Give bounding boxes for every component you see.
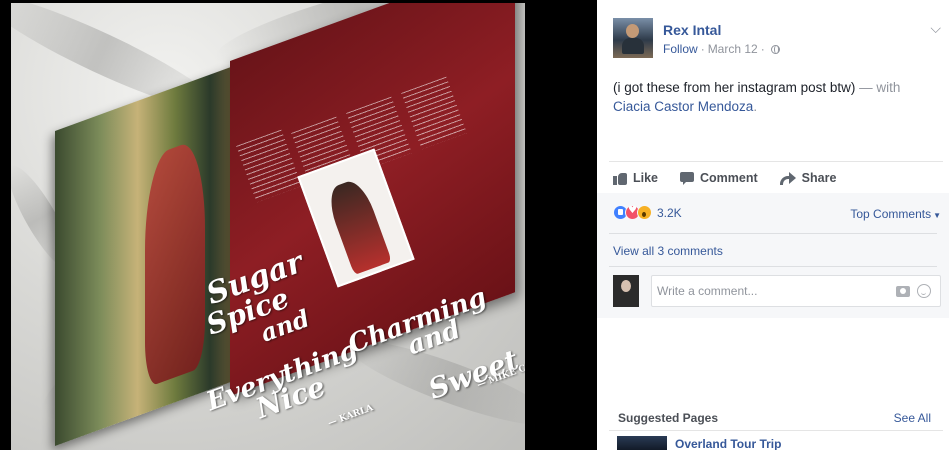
comment-sort-dropdown[interactable]: Top Comments ▼: [850, 207, 941, 221]
photo-viewer: Sugar Spice and Everything Nice — KARLA …: [0, 0, 597, 450]
post-photo[interactable]: Sugar Spice and Everything Nice — KARLA …: [11, 3, 525, 450]
reaction-summary[interactable]: 3.2K: [613, 205, 682, 220]
comment-sort-label: Top Comments: [850, 207, 932, 221]
camera-icon[interactable]: [896, 286, 910, 297]
globe-icon[interactable]: [770, 44, 780, 54]
emoji-icon[interactable]: [917, 284, 931, 298]
like-label: Like: [633, 171, 659, 185]
divider: [609, 161, 943, 162]
author-name[interactable]: Rex Intal: [663, 22, 721, 38]
post-side-panel: Rex Intal Follow · March 12 · ⌵ (i got t…: [597, 0, 949, 450]
comments-section: 3.2K Top Comments▼ View all 3 comments: [597, 193, 949, 318]
caption-period: .: [753, 99, 758, 114]
follow-link[interactable]: Follow: [663, 42, 698, 56]
comment-label: Comment: [700, 171, 758, 185]
share-label: Share: [801, 171, 837, 185]
like-button[interactable]: Like: [613, 171, 658, 185]
wow-reaction-icon: [637, 205, 652, 220]
author-avatar[interactable]: [613, 18, 653, 58]
magazine-byline: — KARLA: [326, 403, 375, 429]
post-header: Rex Intal Follow · March 12 · ⌵: [613, 18, 943, 60]
thumbs-up-icon: [613, 171, 627, 185]
post-actions: Like Comment Share: [613, 168, 933, 188]
divider: [609, 233, 937, 234]
divider: [609, 430, 943, 431]
chevron-down-icon[interactable]: ⌵: [930, 20, 941, 37]
current-user-avatar: [613, 275, 639, 307]
divider: [609, 266, 937, 267]
share-icon: [779, 171, 796, 185]
see-all-link[interactable]: See All: [894, 411, 931, 425]
reaction-count[interactable]: 3.2K: [657, 206, 682, 220]
tagged-user-link[interactable]: Ciacia Castor Mendoza: [613, 99, 753, 114]
suggested-pages-title: Suggested Pages: [618, 411, 719, 425]
suggested-pages: Suggested Pages See All Overland Tour Tr…: [597, 400, 949, 450]
comment-composer: [651, 275, 941, 307]
post-date[interactable]: March 12: [708, 42, 758, 56]
post-caption-text: (i got these from her instagram post btw…: [613, 80, 856, 95]
suggested-page-thumbnail[interactable]: [617, 436, 667, 450]
meta-separator: ·: [700, 42, 705, 56]
post-caption: (i got these from her instagram post btw…: [613, 78, 933, 116]
suggested-page-name[interactable]: Overland Tour Trip: [675, 437, 781, 450]
meta-separator: ·: [760, 42, 765, 56]
comment-button[interactable]: Comment: [680, 171, 758, 185]
comment-icon: [680, 171, 695, 185]
caret-down-icon: ▼: [933, 211, 941, 220]
view-all-comments-link[interactable]: View all 3 comments: [613, 244, 723, 258]
share-button[interactable]: Share: [779, 171, 837, 185]
magazine: Sugar Spice and Everything Nice — KARLA …: [55, 3, 525, 446]
comment-input[interactable]: [652, 276, 882, 306]
post-meta: Follow · March 12 ·: [663, 42, 780, 56]
with-text: — with: [859, 80, 901, 95]
